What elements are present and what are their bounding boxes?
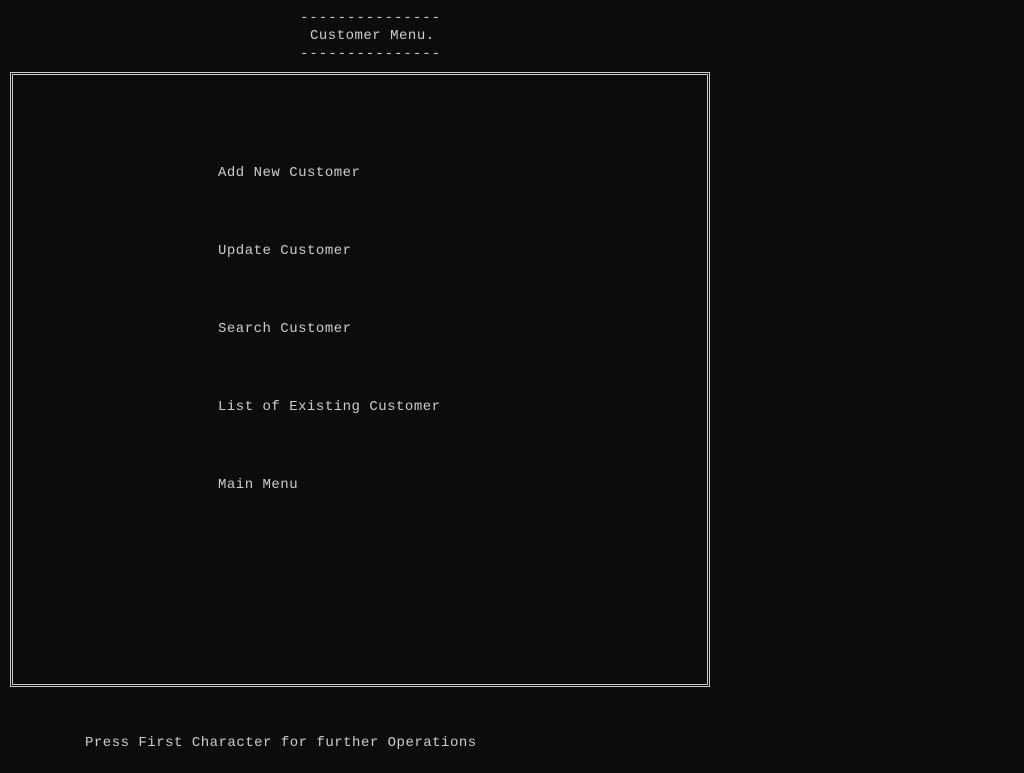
menu-item-add-new-customer[interactable]: Add New Customer (218, 165, 707, 181)
header-dash-top: --------------- (300, 10, 1024, 26)
menu-title: Customer Menu. (300, 26, 1024, 46)
menu-item-main-menu[interactable]: Main Menu (218, 477, 707, 493)
menu-item-search-customer[interactable]: Search Customer (218, 321, 707, 337)
menu-item-list-existing-customer[interactable]: List of Existing Customer (218, 399, 707, 415)
menu-frame: Add New Customer Update Customer Search … (10, 72, 710, 687)
menu-list: Add New Customer Update Customer Search … (13, 75, 707, 493)
menu-header: --------------- Customer Menu. ---------… (0, 0, 1024, 62)
footer-hint: Press First Character for further Operat… (0, 687, 1024, 751)
header-dash-bottom: --------------- (300, 46, 1024, 62)
menu-item-update-customer[interactable]: Update Customer (218, 243, 707, 259)
